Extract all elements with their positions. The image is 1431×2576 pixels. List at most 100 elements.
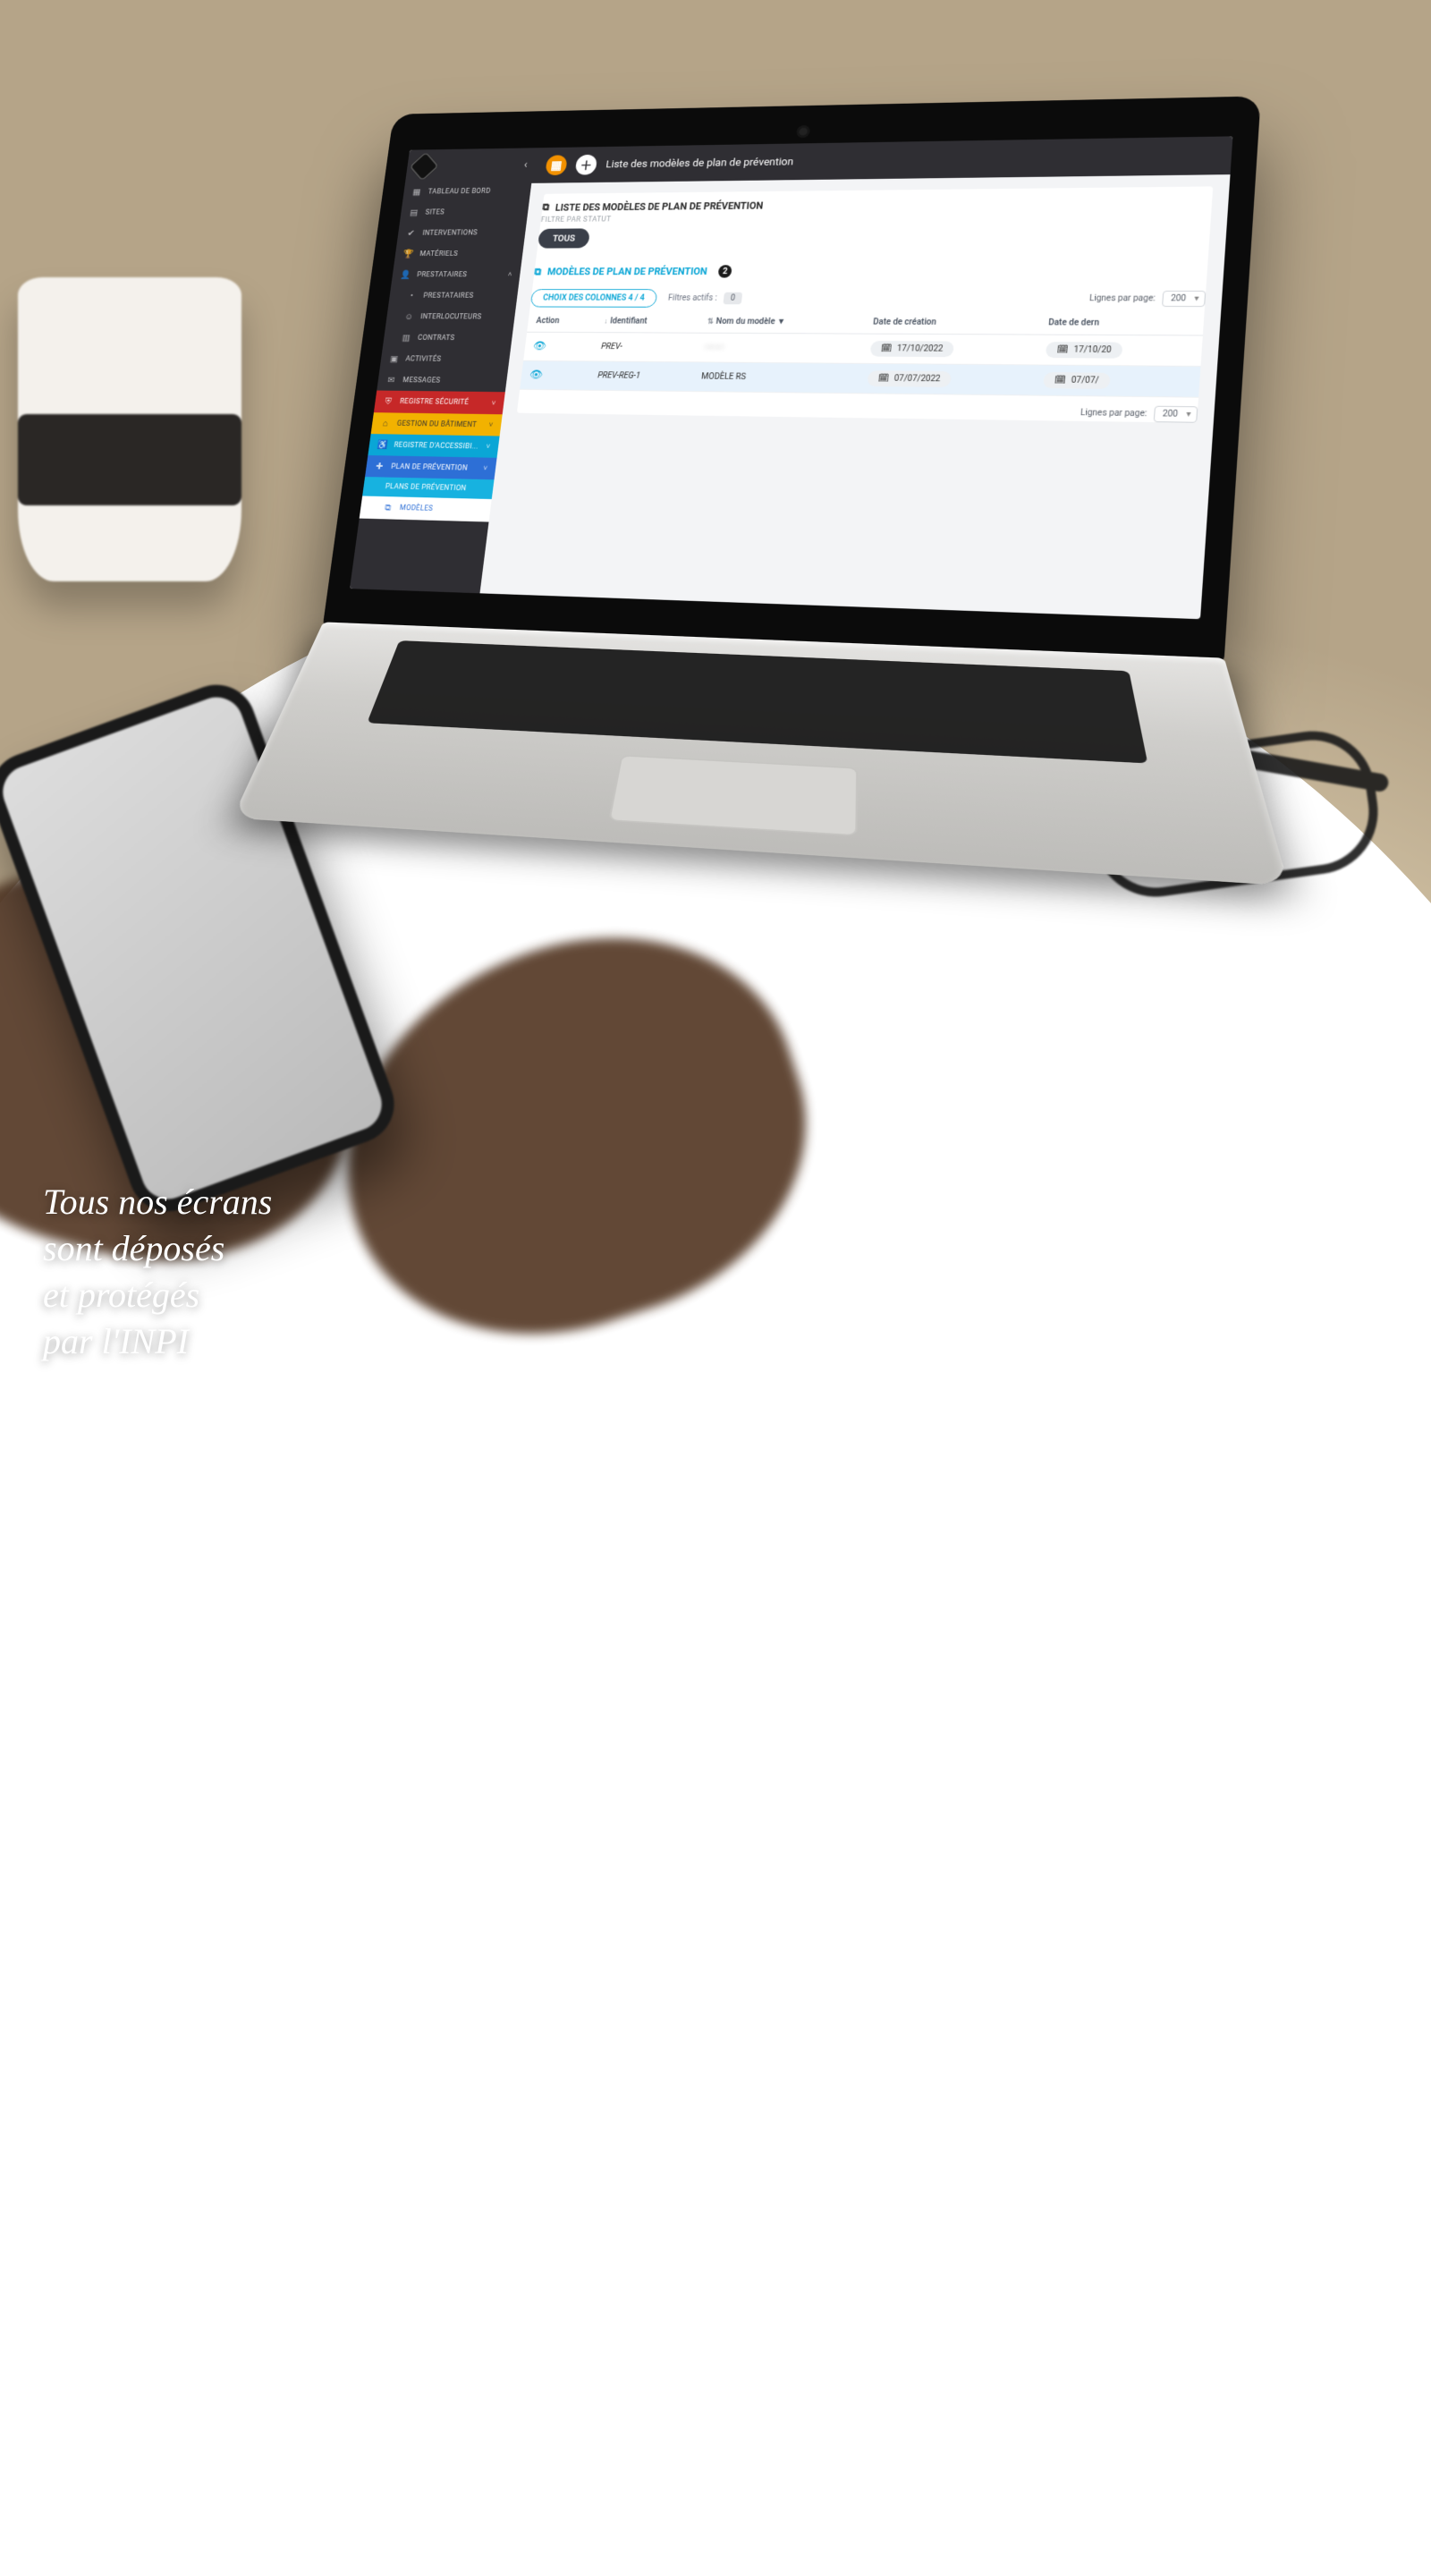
subsection-header-text: MODÈLES DE PLAN DE PRÉVENTION [546, 266, 707, 277]
lpp-label: Lignes par page: [1089, 294, 1156, 303]
grid-icon: ▦ [411, 187, 422, 197]
list-card: ⧉ LISTE DES MODÈLES DE PLAN DE PRÉVENTIO… [517, 186, 1213, 422]
col-name-label: Nom du modèle [716, 318, 775, 326]
check-icon: ✔ [405, 228, 417, 238]
caption-line: par l'INPI [43, 1318, 272, 1365]
sidebar-item-label: ACTIVITÉS [405, 355, 442, 363]
app-screen: ‹ ▦ TABLEAU DE BORD ▤ SITES ✔ INTERVENTI… [350, 136, 1232, 619]
date-pill[interactable]: 🗓 17/10/20 [1046, 342, 1122, 359]
filter-all-button[interactable]: TOUS [538, 228, 590, 248]
webcam-icon [799, 128, 808, 136]
lpp-select[interactable]: 200 [1162, 291, 1206, 307]
filters-active-label: Filtres actifs : 0 [667, 294, 742, 303]
sidebar-sub-interlocuteurs[interactable]: ☺ INTERLOCUTEURS [385, 306, 516, 327]
dot-icon: • [406, 291, 419, 301]
sidebar-sub-contrats[interactable]: ▥ CONTRATS [383, 327, 513, 350]
calendar-icon: 🗓 [1054, 376, 1067, 386]
chevron-down-icon: ˅ [488, 420, 494, 429]
row-last: 17/10/20 [1073, 345, 1112, 355]
table-row[interactable]: 👁 PREV-REG-1 MODÈLE RS 🗓07/07/2022 🗓07/0… [520, 360, 1200, 397]
chevron-down-icon: ˅ [486, 442, 491, 451]
lines-per-page-top: Lignes par page: 200 [1088, 291, 1206, 307]
sidebar-item-gestion-batiment[interactable]: ⌂ GESTION DU BÂTIMENT ˅ [371, 412, 503, 436]
section-header-text: LISTE DES MODÈLES DE PLAN DE PRÉVENTION [555, 199, 764, 213]
add-button[interactable]: ＋ [575, 155, 598, 175]
lines-per-page-bottom: Lignes par page: 200 [1080, 405, 1198, 423]
copy-icon: ⧉ [534, 266, 542, 277]
col-action[interactable]: Action [527, 310, 597, 333]
sidebar-item-label: TABLEAU DE BORD [428, 187, 491, 195]
filter-icon[interactable]: ▼ [776, 318, 785, 326]
sort-icon: ↓ [604, 318, 608, 326]
col-id-label: Identifiant [610, 317, 648, 326]
date-pill[interactable]: 🗓 17/10/2022 [870, 341, 954, 357]
eye-icon[interactable]: 👁 [532, 341, 546, 352]
models-table: Action ↓Identifiant ⇅Nom du modèle ▼ Dat… [520, 310, 1205, 398]
calendar-icon: 🗓 [1056, 345, 1069, 354]
col-last[interactable]: Date de dern [1038, 311, 1204, 335]
caption-line: sont déposés [43, 1225, 272, 1272]
sidebar-item-label: SITES [425, 208, 445, 216]
sidebar-item-label: PRESTATAIRES [417, 271, 468, 279]
chevron-down-icon: ˅ [491, 399, 496, 408]
copy-icon: ⧉ [382, 502, 394, 513]
calendar-icon: 🗓 [880, 344, 892, 353]
sidebar-item-messages[interactable]: ✉ MESSAGES [377, 369, 508, 392]
sidebar-item-registre-accessibilite[interactable]: ♿ REGISTRE D'ACCESSIBI... ˅ [368, 434, 499, 458]
sidebar-item-prestataires[interactable]: 👤 PRESTATAIRES ˄ [391, 264, 521, 285]
sidebar-sub-modeles[interactable]: ⧉ MODÈLES [360, 496, 492, 521]
caption-line: Tous nos écrans [43, 1179, 272, 1225]
filters-active-count: 0 [724, 292, 742, 305]
choose-columns-button[interactable]: CHOIX DES COLONNES 4 / 4 [530, 289, 658, 308]
grid-view-button[interactable]: ▦ [545, 155, 568, 175]
inpi-caption: Tous nos écrans sont déposés et protégés… [43, 1179, 272, 1365]
sidebar-item-materiels[interactable]: 🏆 MATÉRIELS [394, 243, 524, 265]
sidebar-item-registre-securite[interactable]: ⛨ REGISTRE SÉCURITÉ ˅ [374, 391, 505, 415]
file-icon: ▥ [400, 333, 412, 343]
coffee-cup [18, 277, 241, 581]
sort-icon: ⇅ [707, 318, 714, 326]
calendar-icon: 🗓 [877, 374, 889, 383]
sidebar-item-label: GESTION DU BÂTIMENT [396, 419, 477, 428]
sidebar-item-label: PLAN DE PRÉVENTION [391, 462, 469, 472]
trophy-icon: 🏆 [402, 249, 414, 258]
lpp-select[interactable]: 200 [1154, 406, 1198, 423]
sidebar-sub-prestataires[interactable]: • PRESTATAIRES [388, 285, 519, 307]
sidebar-item-label: MATÉRIELS [419, 250, 459, 258]
caption-line: et protégés [43, 1272, 272, 1318]
sidebar-item-dashboard[interactable]: ▦ TABLEAU DE BORD [402, 180, 532, 202]
accessibility-icon: ♿ [377, 439, 389, 450]
page-title: Liste des modèles de plan de prévention [605, 156, 794, 170]
sidebar-item-label: INTERLOCUTEURS [420, 313, 482, 321]
content: ⧉ LISTE DES MODÈLES DE PLAN DE PRÉVENTIO… [501, 174, 1230, 436]
sidebar-item-label: CONTRATS [417, 334, 454, 342]
col-created[interactable]: Date de création [863, 311, 1040, 335]
sidebar-item-interventions[interactable]: ✔ INTERVENTIONS [397, 222, 527, 243]
col-name[interactable]: ⇅Nom du modèle ▼ [698, 310, 866, 334]
sidebar-item-plan-prevention[interactable]: ✚ PLAN DE PRÉVENTION ˅ [365, 455, 496, 479]
laptop-screen-bezel: ‹ ▦ TABLEAU DE BORD ▤ SITES ✔ INTERVENTI… [323, 96, 1261, 663]
eye-icon[interactable]: 👁 [529, 369, 543, 382]
laptop-keyboard [233, 622, 1289, 886]
sidebar-item-label: MESSAGES [402, 377, 441, 385]
person-icon: ☺ [403, 311, 416, 321]
chevron-up-icon: ˄ [507, 270, 512, 279]
document-icon: ▤ [408, 208, 419, 217]
date-pill[interactable]: 🗓 07/07/2022 [867, 370, 951, 387]
sidebar-item-label: REGISTRE D'ACCESSIBI... [394, 441, 478, 451]
date-pill[interactable]: 🗓07/07/ [1043, 372, 1110, 389]
plan-icon: ✚ [374, 461, 386, 471]
user-icon: 👤 [400, 270, 411, 280]
col-id[interactable]: ↓Identifiant [595, 310, 700, 333]
building-icon: ⌂ [379, 418, 392, 428]
row-created: 07/07/2022 [893, 374, 941, 384]
subsection-header: ⧉ MODÈLES DE PLAN DE PRÉVENTION 2 [533, 255, 1208, 281]
sidebar-item-sites[interactable]: ▤ SITES [400, 201, 529, 224]
copy-icon: ⧉ [542, 201, 550, 213]
sidebar-item-activites[interactable]: ▣ ACTIVITÉS [380, 348, 511, 370]
collapse-sidebar-icon[interactable]: ‹ [523, 158, 529, 171]
chevron-down-icon: ˅ [483, 464, 488, 473]
row-created: 17/10/2022 [896, 344, 943, 354]
sidebar-item-label: PLANS DE PRÉVENTION [385, 483, 467, 493]
sidebar-item-label: INTERVENTIONS [422, 229, 478, 237]
